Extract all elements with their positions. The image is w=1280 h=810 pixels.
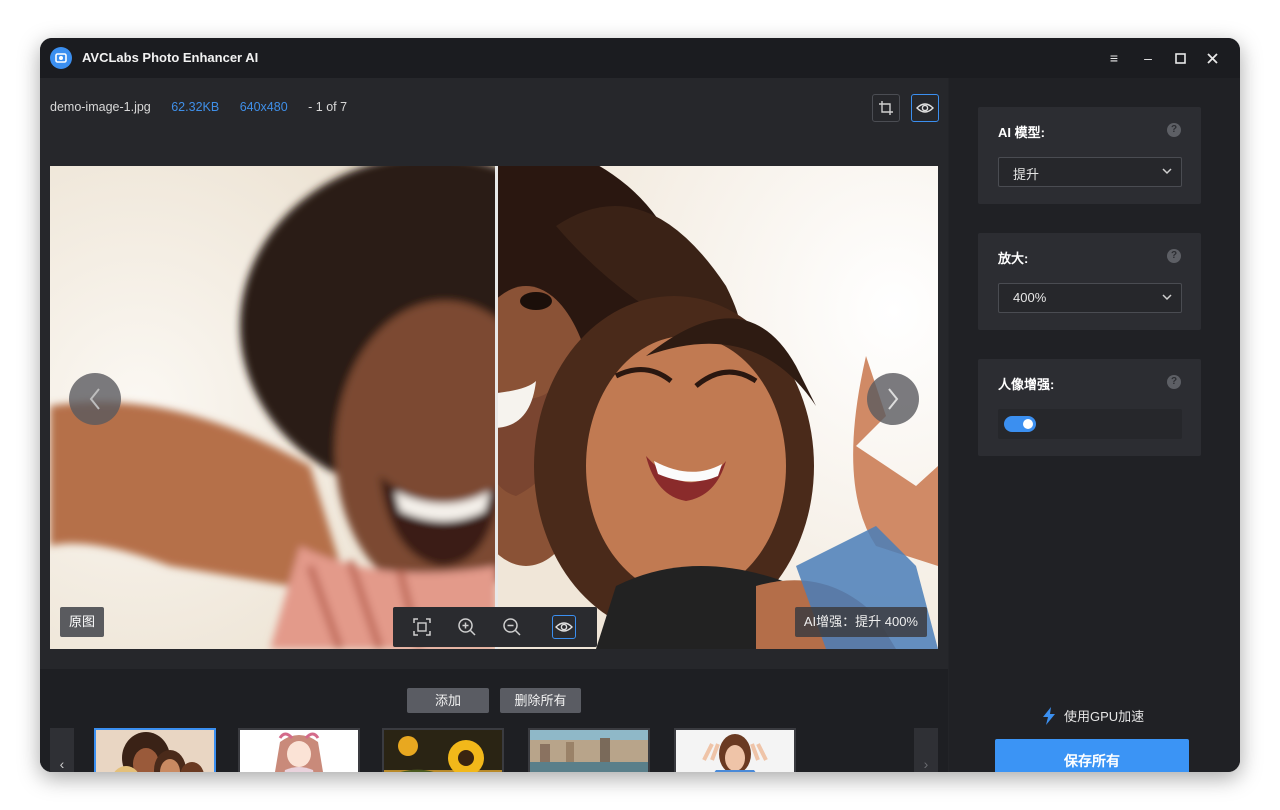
preview-pane: demo-image-1.jpg 62.32KB 640x480 - 1 of … — [40, 78, 948, 772]
maximize-button[interactable] — [1170, 48, 1190, 68]
help-icon[interactable]: ? — [1167, 123, 1181, 137]
compare-divider[interactable] — [495, 166, 498, 649]
compare-toggle-button[interactable] — [911, 94, 939, 122]
crop-icon — [879, 101, 893, 115]
upscale-select[interactable]: 400% — [998, 283, 1182, 313]
eye-icon — [916, 103, 934, 113]
lightning-icon — [1043, 706, 1055, 725]
thumbnail-area: 添加 删除所有 ‹ › — [40, 669, 948, 772]
delete-all-button[interactable]: 删除所有 — [500, 688, 581, 713]
thumb-next-button[interactable]: › — [914, 728, 938, 772]
zoom-in-button[interactable] — [455, 615, 479, 639]
crop-button[interactable] — [872, 94, 900, 122]
zoom-in-icon — [458, 618, 476, 636]
face-enhance-toggle[interactable] — [1004, 416, 1036, 432]
zoom-out-button[interactable] — [500, 615, 524, 639]
add-button[interactable]: 添加 — [407, 688, 489, 713]
app-logo-icon — [50, 47, 72, 69]
chevron-right-icon — [888, 388, 899, 410]
title-bar: AVCLabs Photo Enhancer AI ≡ – — [40, 38, 1240, 78]
thumb-selfie-friends[interactable] — [94, 728, 216, 772]
original-label: 原图 — [60, 607, 105, 637]
file-name: demo-image-1.jpg — [50, 100, 151, 114]
menu-icon[interactable]: ≡ — [1104, 48, 1124, 68]
thumb-prev-button[interactable]: ‹ — [50, 728, 74, 772]
close-button[interactable] — [1202, 48, 1222, 68]
zoom-out-icon — [503, 618, 521, 636]
chevron-left-icon — [89, 388, 100, 410]
fit-screen-icon — [413, 618, 431, 636]
chevron-down-icon — [1162, 168, 1172, 175]
face-enhance-row — [998, 409, 1182, 439]
gpu-label: 使用GPU加速 — [1064, 709, 1145, 724]
save-all-button[interactable]: 保存所有 — [995, 739, 1189, 772]
prev-image-button[interactable] — [69, 373, 121, 425]
file-info: demo-image-1.jpg 62.32KB 640x480 - 1 of … — [50, 100, 364, 114]
file-size: 62.32KB — [171, 100, 220, 114]
ai-model-value: 提升 — [1013, 167, 1040, 182]
ai-model-select[interactable]: 提升 — [998, 157, 1182, 187]
fit-screen-button[interactable] — [410, 615, 434, 639]
settings-pane: AI 模型: ? 提升 放大: ? 400% 人像增强: ? 使用GPU加速 保… — [949, 78, 1240, 772]
thumb-sunflower[interactable] — [382, 728, 504, 772]
zoom-toolbar — [393, 607, 597, 647]
upscale-value: 400% — [1013, 290, 1047, 305]
minimize-button[interactable]: – — [1138, 48, 1158, 68]
gpu-acceleration[interactable]: 使用GPU加速 — [1042, 706, 1144, 725]
next-image-button[interactable] — [867, 373, 919, 425]
app-window: AVCLabs Photo Enhancer AI ≡ – demo-image… — [40, 38, 1240, 772]
ai-model-label: AI 模型: — [998, 125, 1045, 140]
thumb-anime-girl[interactable] — [238, 728, 360, 772]
upscale-label: 放大: — [998, 251, 1029, 266]
face-enhance-panel: 人像增强: ? — [978, 359, 1201, 456]
thumb-venice-canal[interactable] — [528, 728, 650, 772]
help-icon[interactable]: ? — [1167, 375, 1181, 389]
ai-model-panel: AI 模型: ? 提升 — [978, 107, 1201, 204]
file-resolution: 640x480 — [239, 100, 288, 114]
preview-eye-button[interactable] — [552, 615, 576, 639]
eye-icon — [555, 622, 573, 632]
help-icon[interactable]: ? — [1167, 249, 1181, 263]
face-enhance-label: 人像增强: — [998, 377, 1055, 392]
upscale-panel: 放大: ? 400% — [978, 233, 1201, 330]
toggle-knob — [1023, 419, 1033, 429]
ai-enhanced-label: AI增强：提升 400% — [794, 607, 927, 637]
file-position: - 1 of 7 — [308, 100, 348, 114]
thumb-woman-peace-sign[interactable] — [674, 728, 796, 772]
image-viewer[interactable]: 原图 AI增强：提升 400% — [50, 166, 938, 649]
app-title: AVCLabs Photo Enhancer AI — [82, 50, 259, 65]
chevron-down-icon — [1162, 294, 1172, 301]
